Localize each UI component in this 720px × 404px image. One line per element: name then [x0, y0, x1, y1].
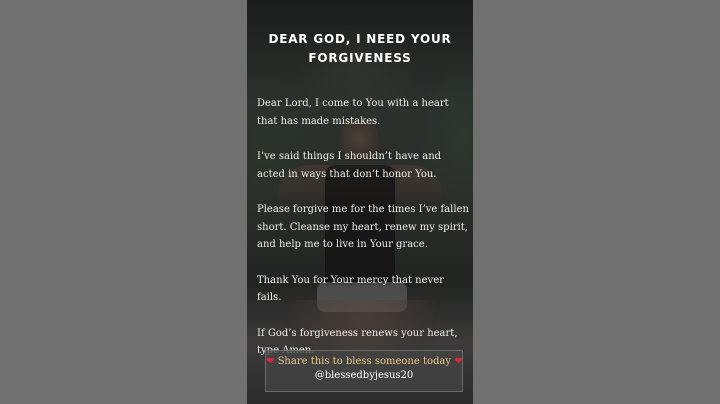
letterbox-right	[473, 0, 720, 404]
account-handle: @blessedbyjesus20	[314, 370, 414, 381]
share-banner: ❤ Share this to bless someone today ❤ @b…	[265, 350, 463, 392]
prayer-title: DEAR GOD, I NEED YOUR FORGIVENESS	[247, 30, 473, 68]
short-video-frame[interactable]: DEAR GOD, I NEED YOUR FORGIVENESS Dear L…	[247, 0, 473, 404]
prayer-title-line-2: FORGIVENESS	[308, 51, 412, 65]
prayer-paragraph-3: Please forgive me for the times I’ve fal…	[257, 204, 469, 250]
prayer-body: Dear Lord, I come to You with a heart th…	[257, 95, 469, 378]
prayer-paragraph-2: I’ve said things I shouldn’t have and ac…	[257, 151, 442, 180]
share-text: Share this to bless someone today	[277, 356, 452, 367]
prayer-title-line-1: DEAR GOD, I NEED YOUR	[268, 32, 452, 46]
prayer-paragraph-4: Thank You for Your mercy that never fail…	[257, 274, 444, 304]
video-player[interactable]: DEAR GOD, I NEED YOUR FORGIVENESS Dear L…	[0, 0, 720, 404]
heart-icon: ❤	[266, 356, 275, 367]
letterbox-left	[0, 0, 247, 404]
share-line: ❤ Share this to bless someone today ❤	[266, 356, 463, 367]
heart-icon: ❤	[454, 356, 463, 367]
prayer-paragraph-1: Dear Lord, I come to You with a heart th…	[257, 98, 449, 127]
